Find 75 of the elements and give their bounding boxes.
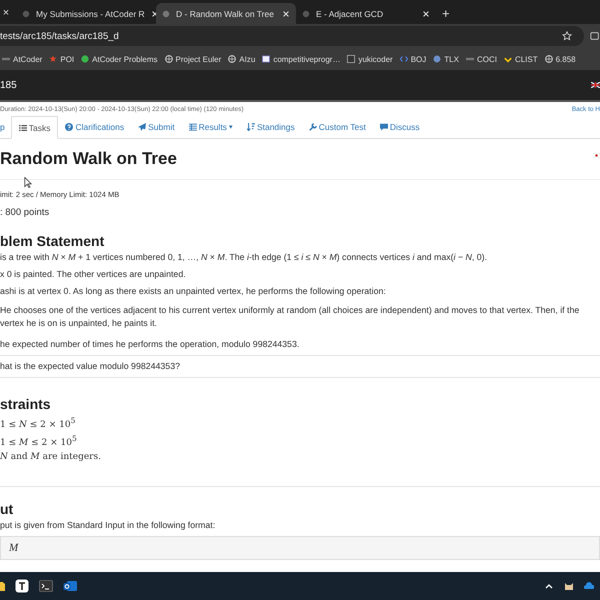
site-icon: [162, 10, 170, 18]
mail-icon[interactable]: [63, 579, 77, 593]
statement-paragraph: He chooses one of the vertices adjacent to his current vertex uniformly at random (all choices are independent) and moves to that vertex. Then, if the vertex he is on is unpainted, he paints it.: [0, 304, 580, 330]
paper-plane-icon: [138, 123, 146, 131]
circle-icon[interactable]: [433, 55, 442, 63]
cloud-icon[interactable]: [584, 581, 594, 591]
browser-tab[interactable]: D - Random Walk on Tree: [156, 3, 296, 24]
bookmark[interactable]: 6.858: [556, 54, 576, 64]
mouse-cursor-icon: [24, 177, 32, 188]
new-tab-button[interactable]: +: [436, 3, 456, 24]
contest-name[interactable]: 185: [0, 80, 17, 90]
statement-paragraph: hat is the expected value modulo 998244353?: [0, 360, 181, 373]
statement-paragraph: he expected number of times he performs the operation, modulo 998244353.: [0, 338, 300, 351]
code-icon[interactable]: [400, 55, 408, 63]
bookmark[interactable]: AtCoder: [13, 54, 42, 64]
section-heading: blem Statement: [0, 233, 106, 249]
nav-tab[interactable]: Clarifications: [58, 116, 132, 138]
constraint-item: N and M are integers.: [0, 451, 102, 464]
browser-tab[interactable]: E - Adjacent GCD: [296, 3, 436, 24]
cat-icon[interactable]: [564, 581, 574, 591]
score-text: : 800 points: [0, 207, 50, 218]
address-bar[interactable]: tests/arc185/tasks/arc185_d: [0, 26, 584, 46]
chat-icon: [380, 123, 388, 131]
constraint-item: 1 ≤ M ≤ 2 × 10$^{5}$: [0, 433, 78, 450]
flag-icon[interactable]: [591, 82, 600, 88]
bookmark[interactable]: BOJ: [410, 54, 426, 64]
globe-icon[interactable]: [228, 55, 236, 63]
bookmark[interactable]: AIzu: [239, 54, 256, 64]
bookmark[interactable]: TLX: [444, 54, 459, 64]
input-description: put is given from Standard Input in the following format:: [0, 519, 216, 532]
star-icon[interactable]: [49, 55, 58, 63]
close-icon[interactable]: [282, 10, 290, 18]
list-icon: [18, 124, 27, 132]
folder-icon[interactable]: [0, 579, 5, 593]
bookmark[interactable]: AtCoder Problems: [92, 54, 158, 64]
globe-icon[interactable]: [544, 55, 553, 63]
site-icon: [22, 10, 30, 18]
close-icon[interactable]: [150, 10, 159, 18]
nav-tab[interactable]: Discuss: [372, 116, 427, 138]
document-icon[interactable]: [262, 55, 270, 63]
terminal-icon[interactable]: [39, 579, 53, 593]
bookmark[interactable]: COCI: [476, 54, 497, 64]
nav-tab[interactable]: Custom Test: [302, 116, 373, 138]
bookmark[interactable]: CLIST: [514, 54, 538, 64]
nav-tab[interactable]: Submit: [131, 116, 182, 138]
statement-paragraph: is a tree with N × M + 1 vertices numbered 0, 1, …, N × M. The i-th edge (1 ≤ i ≤ N × M) connects vertices i and max(i − N, 0).: [0, 251, 488, 264]
extension-icon[interactable]: [590, 31, 600, 41]
bookmark[interactable]: yukicoder: [358, 54, 393, 64]
square-icon[interactable]: [347, 55, 356, 63]
close-tab-icon[interactable]: ×: [0, 3, 12, 24]
browser-tab[interactable]: My Submissions - AtCoder R: [16, 3, 156, 24]
nav-tab[interactable]: Standings: [240, 116, 302, 138]
site-icon: [302, 10, 310, 18]
check-icon[interactable]: [504, 55, 512, 63]
text-app-icon[interactable]: [15, 579, 29, 593]
circle-icon[interactable]: [81, 55, 90, 63]
question-icon: [65, 123, 74, 131]
globe-icon[interactable]: [164, 55, 172, 63]
wrench-icon: [308, 123, 317, 131]
bookmark-star-icon[interactable]: [562, 31, 572, 41]
bookmark[interactable]: POI: [60, 54, 74, 64]
bookmark[interactable]: competitiveprogr…: [273, 54, 340, 64]
section-heading: ut: [0, 501, 14, 517]
input-format-block: M: [0, 536, 600, 560]
statement-paragraph: x 0 is painted. The other vertices are unpainted.: [0, 268, 187, 281]
table-icon: [188, 123, 197, 131]
nav-tab[interactable]: Tasks: [10, 116, 58, 139]
constraint-item: 1 ≤ N ≤ 2 × 10$^{5}$: [0, 415, 76, 432]
bookmark[interactable]: Project Euler: [176, 54, 222, 64]
sort-icon: [246, 123, 255, 131]
close-icon[interactable]: [422, 10, 430, 18]
statement-paragraph: ashi is at vertex 0. As long as there exists an unpainted vertex, he performs the following operation:: [0, 285, 387, 298]
section-heading: straints: [0, 396, 52, 412]
nav-tab[interactable]: p: [0, 116, 11, 138]
task-title: Random Walk on Tree: [0, 149, 177, 169]
